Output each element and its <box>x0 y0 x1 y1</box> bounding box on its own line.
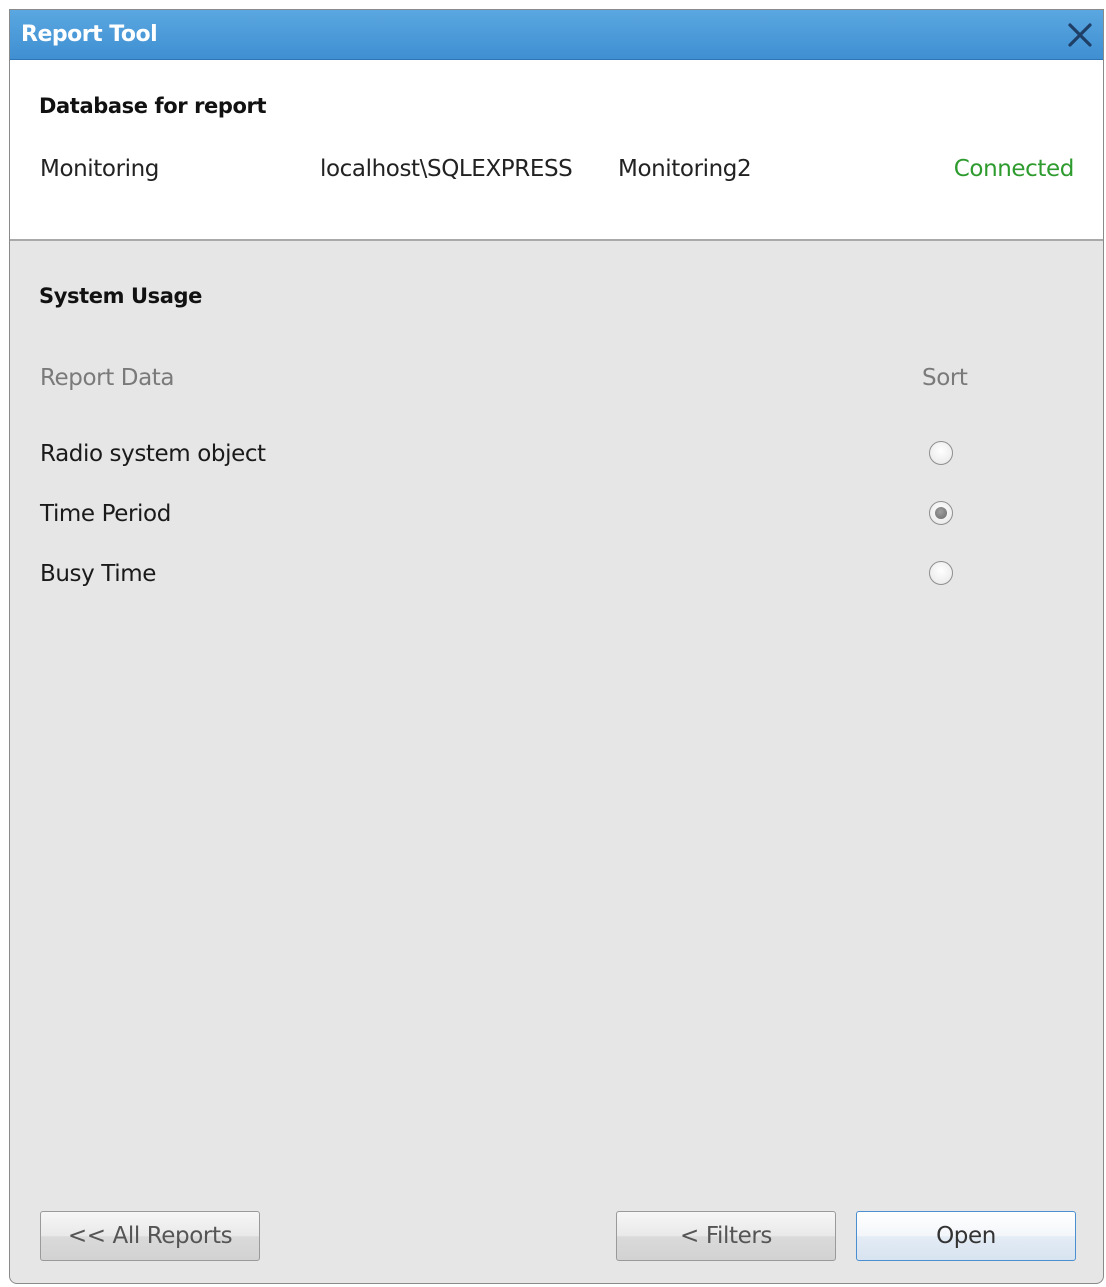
window-title: Report Tool <box>21 22 158 47</box>
database-heading: Database for report <box>39 94 267 118</box>
open-button[interactable]: Open <box>856 1211 1076 1261</box>
report-data-column-header: Report Data <box>40 365 175 391</box>
all-reports-button[interactable]: << All Reports <box>40 1211 260 1261</box>
row-label: Busy Time <box>40 561 156 587</box>
sort-column-header: Sort <box>922 365 968 391</box>
report-row-busy-time: Busy Time <box>10 554 1103 594</box>
title-bar: Report Tool <box>10 10 1103 60</box>
report-tool-window: Report Tool Database for report Monitori… <box>9 9 1104 1284</box>
database-server: localhost\SQLEXPRESS <box>320 156 573 182</box>
filters-button[interactable]: < Filters <box>616 1211 836 1261</box>
sort-radio-busy-time[interactable] <box>929 561 953 585</box>
report-heading: System Usage <box>39 284 202 308</box>
sort-radio-time-period[interactable] <box>929 501 953 525</box>
close-icon <box>1068 23 1092 47</box>
connection-status: Connected <box>953 156 1075 182</box>
close-button[interactable] <box>1063 18 1097 52</box>
database-name: Monitoring <box>40 156 159 182</box>
row-label: Radio system object <box>40 441 266 467</box>
database-catalog: Monitoring2 <box>618 156 752 182</box>
report-row-radio-system-object: Radio system object <box>10 434 1103 474</box>
database-section: Database for report Monitoring localhost… <box>10 60 1103 241</box>
report-settings-panel: System Usage Report Data Sort Radio syst… <box>10 241 1103 1283</box>
report-row-time-period: Time Period <box>10 494 1103 534</box>
row-label: Time Period <box>40 501 171 527</box>
sort-radio-radio-system-object[interactable] <box>929 441 953 465</box>
